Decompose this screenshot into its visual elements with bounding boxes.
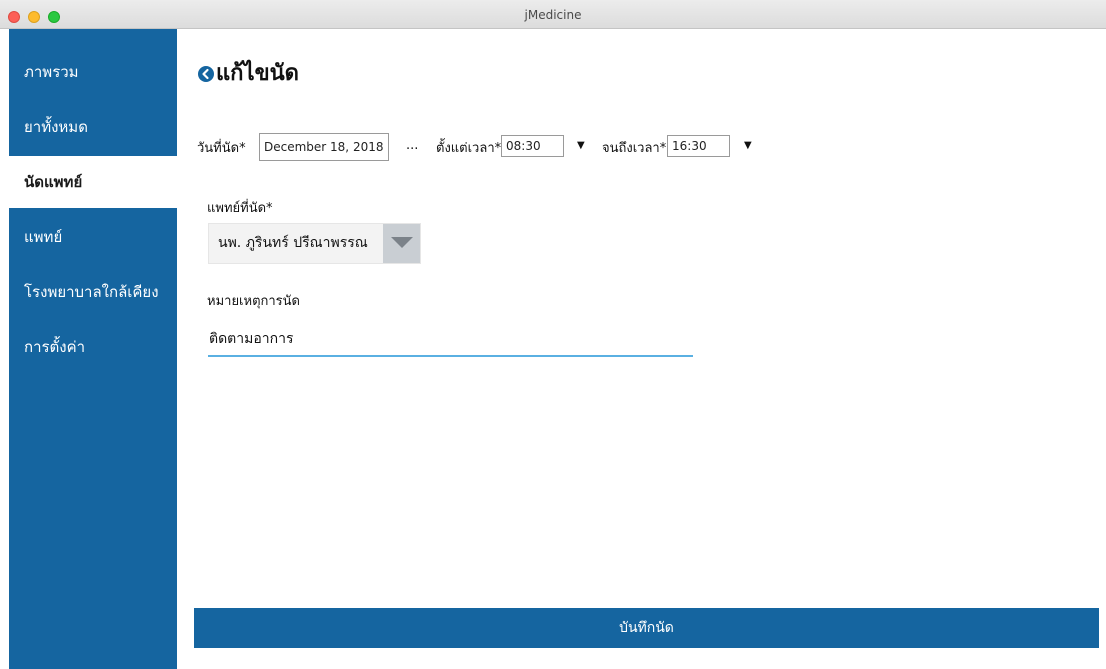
sidebar-item-doctors[interactable]: แพทย์ [9,211,177,263]
doctor-select-value: นพ. ภูรินทร์ ปรีณาพรรณ [218,235,368,251]
note-label: หมายเหตุการนัด [207,294,300,309]
doctor-dropdown-button[interactable] [383,224,420,263]
save-appointment-button[interactable]: บันทึกนัด [194,608,1099,648]
date-field[interactable]: December 18, 2018 [259,133,389,161]
end-time-label: จนถึงเวลา* [602,141,667,156]
sidebar-item-settings[interactable]: การตั้งค่า [9,321,177,373]
app-window: jMedicine ภาพรวม ยาทั้งหมด นัดแพทย์ แพทย… [0,0,1106,669]
end-time-dropdown-icon[interactable]: ▼ [744,140,752,151]
sidebar-item-appointments[interactable]: นัดแพทย์ [9,156,177,208]
sidebar-item-nearby-hospitals[interactable]: โรงพยาบาลใกล้เคียง [9,266,177,318]
start-time-label: ตั้งแต่เวลา* [436,141,502,156]
date-label: วันที่นัด* [197,141,246,156]
page-title: แก้ไขนัด [216,61,299,86]
doctor-label: แพทย์ที่นัด* [207,201,273,216]
chevron-down-icon [391,237,413,248]
sidebar-item-all-medicines[interactable]: ยาทั้งหมด [9,101,177,153]
note-input[interactable]: ติดตามอาการ [208,324,693,357]
start-time-dropdown-icon[interactable]: ▼ [577,140,585,151]
sidebar-item-overview[interactable]: ภาพรวม [9,46,177,98]
back-arrow-icon[interactable] [198,66,214,82]
end-time-field[interactable]: 16:30 [667,135,730,157]
title-bar: jMedicine [0,0,1106,29]
sidebar: ภาพรวม ยาทั้งหมด นัดแพทย์ แพทย์ โรงพยาบา… [9,29,177,669]
date-picker-button[interactable]: ... [406,138,418,153]
start-time-field[interactable]: 08:30 [501,135,564,157]
window-title: jMedicine [524,8,582,22]
doctor-select[interactable]: นพ. ภูรินทร์ ปรีณาพรรณ [208,223,421,264]
